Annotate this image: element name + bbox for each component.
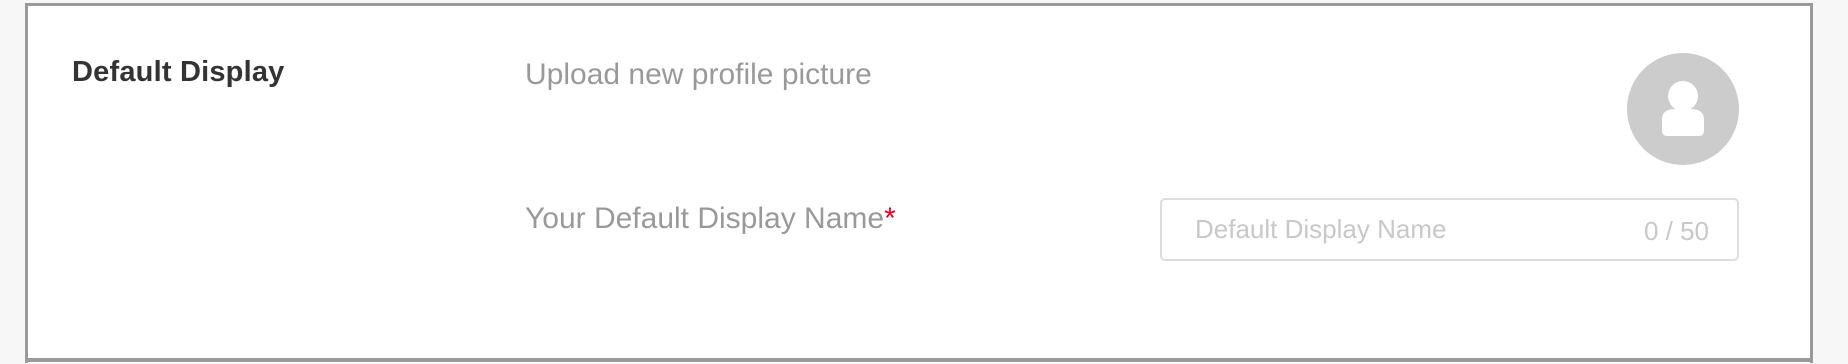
upload-profile-picture-label: Upload new profile picture <box>525 58 872 91</box>
card-divider <box>25 358 1813 362</box>
character-counter: 0 / 50 <box>1643 216 1709 246</box>
settings-page: Default Display Upload new profile pictu… <box>0 0 1848 364</box>
profile-picture-avatar[interactable] <box>1627 53 1739 165</box>
display-name-field[interactable]: 0 / 50 <box>1160 198 1739 261</box>
display-name-label-text: Your Default Display Name <box>525 202 885 235</box>
section-title: Default Display <box>72 56 285 88</box>
user-silhouette-icon <box>1662 81 1704 136</box>
default-display-card <box>25 3 1813 363</box>
required-marker: * <box>884 202 896 235</box>
display-name-label: Your Default Display Name* <box>525 202 896 236</box>
